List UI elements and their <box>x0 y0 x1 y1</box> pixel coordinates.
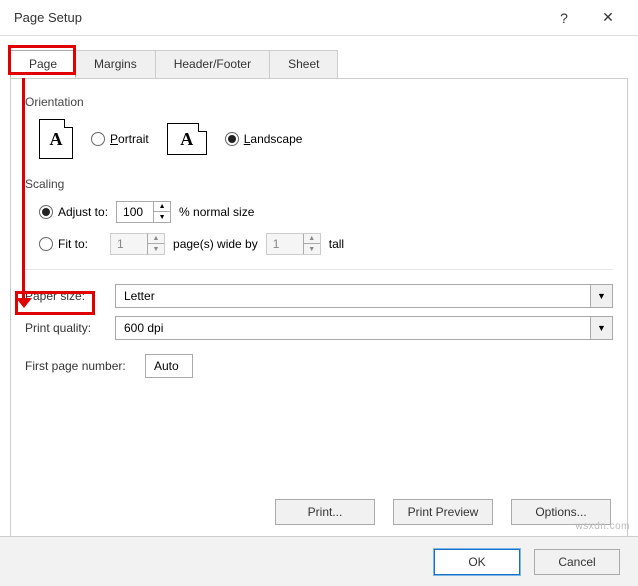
print-button[interactable]: Print... <box>275 499 375 525</box>
fit-to-radio[interactable]: Fit to: <box>39 237 88 251</box>
adjust-to-radio[interactable]: Adjust to: <box>39 205 108 219</box>
tab-header-footer[interactable]: Header/Footer <box>155 50 270 78</box>
first-page-value: Auto <box>154 359 179 373</box>
chevron-down-icon[interactable]: ▼ <box>590 285 612 307</box>
separator <box>25 269 613 270</box>
tab-margins[interactable]: Margins <box>75 50 156 78</box>
radio-ring-icon <box>39 237 53 251</box>
adjust-percent-value: 100 <box>117 205 153 219</box>
paper-size-value: Letter <box>116 289 590 303</box>
chevron-down-icon[interactable]: ▼ <box>590 317 612 339</box>
spinner-down-icon[interactable]: ▼ <box>148 244 164 254</box>
paper-size-dropdown[interactable]: Letter ▼ <box>115 284 613 308</box>
landscape-icon: A <box>167 123 207 155</box>
print-quality-row: Print quality: 600 dpi ▼ <box>25 316 613 340</box>
fit-wide-value: 1 <box>111 237 147 251</box>
cancel-button[interactable]: Cancel <box>534 549 620 575</box>
fit-tall-label: tall <box>329 237 344 251</box>
spinner-arrows: ▲ ▼ <box>303 234 320 254</box>
first-page-row: First page number: Auto <box>25 354 613 378</box>
fit-tall-spinner[interactable]: 1 ▲ ▼ <box>266 233 321 255</box>
portrait-radio-label: Portrait <box>110 132 149 146</box>
fit-tall-value: 1 <box>267 237 303 251</box>
ok-button[interactable]: OK <box>434 549 520 575</box>
print-quality-label: Print quality: <box>25 321 105 335</box>
print-quality-dropdown[interactable]: 600 dpi ▼ <box>115 316 613 340</box>
close-button[interactable]: ✕ <box>586 2 630 34</box>
tab-sheet[interactable]: Sheet <box>269 50 338 78</box>
orientation-row: A Portrait A Landscape <box>39 119 613 159</box>
tab-strip: Page Margins Header/Footer Sheet <box>10 50 638 78</box>
adjust-to-row: Adjust to: 100 ▲ ▼ % normal size <box>39 201 613 223</box>
radio-ring-icon <box>225 132 239 146</box>
spinner-up-icon[interactable]: ▲ <box>148 234 164 244</box>
fit-wide-label: page(s) wide by <box>173 237 258 251</box>
scaling-label: Scaling <box>25 177 613 191</box>
titlebar: Page Setup ? ✕ <box>0 0 638 36</box>
adjust-suffix: % normal size <box>179 205 254 219</box>
print-quality-value: 600 dpi <box>116 321 590 335</box>
paper-size-row: Paper size: Letter ▼ <box>25 284 613 308</box>
window-title: Page Setup <box>14 10 542 25</box>
adjust-percent-spinner[interactable]: 100 ▲ ▼ <box>116 201 171 223</box>
help-button[interactable]: ? <box>542 2 586 34</box>
adjust-to-label: Adjust to: <box>58 205 108 219</box>
watermark: wsxdn.com <box>575 521 630 532</box>
spinner-down-icon[interactable]: ▼ <box>154 212 170 222</box>
spinner-arrows: ▲ ▼ <box>153 202 170 222</box>
fit-to-label: Fit to: <box>58 237 88 251</box>
spinner-arrows: ▲ ▼ <box>147 234 164 254</box>
dialog-footer: OK Cancel <box>0 536 638 586</box>
radio-ring-icon <box>91 132 105 146</box>
tab-content-page: Orientation A Portrait A Landscape Scali… <box>10 78 628 538</box>
portrait-radio[interactable]: Portrait <box>91 132 149 146</box>
fit-to-row: Fit to: 1 ▲ ▼ page(s) wide by 1 ▲ ▼ tall <box>39 233 613 255</box>
landscape-radio[interactable]: Landscape <box>225 132 303 146</box>
print-preview-button[interactable]: Print Preview <box>393 499 493 525</box>
first-page-input[interactable]: Auto <box>145 354 193 378</box>
first-page-label: First page number: <box>25 359 135 373</box>
fit-wide-spinner[interactable]: 1 ▲ ▼ <box>110 233 165 255</box>
landscape-radio-label: Landscape <box>244 132 303 146</box>
annotation-arrow <box>22 78 25 298</box>
spinner-down-icon[interactable]: ▼ <box>304 244 320 254</box>
orientation-label: Orientation <box>25 95 613 109</box>
content-button-row: Print... Print Preview Options... <box>275 499 611 525</box>
paper-size-label: Paper size: <box>25 289 105 303</box>
tab-page[interactable]: Page <box>10 50 76 78</box>
spinner-up-icon[interactable]: ▲ <box>304 234 320 244</box>
portrait-icon: A <box>39 119 73 159</box>
radio-ring-icon <box>39 205 53 219</box>
spinner-up-icon[interactable]: ▲ <box>154 202 170 212</box>
